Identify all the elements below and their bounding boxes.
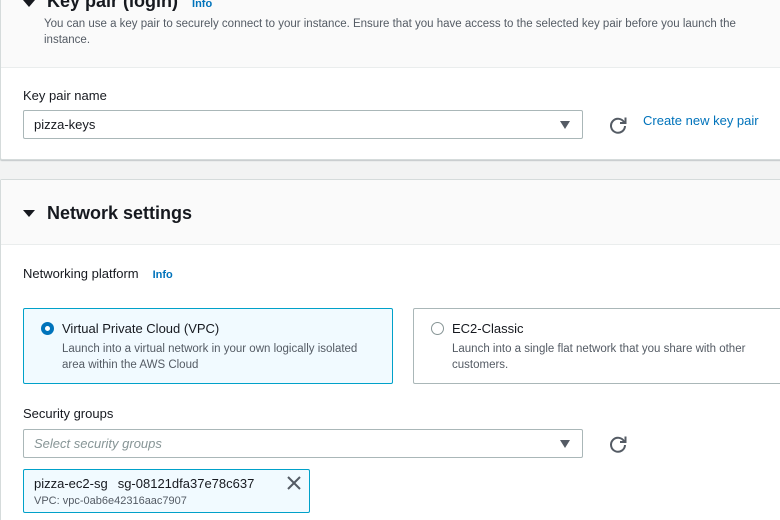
security-group-token: pizza-ec2-sg sg-08121dfa37e78c637 VPC: v… — [23, 469, 310, 513]
key-pair-description: You can use a key pair to securely conne… — [44, 18, 736, 46]
networking-platform-label: Networking platform — [23, 266, 139, 281]
caret-down-icon — [560, 121, 570, 129]
networking-platform-info-link[interactable]: Info — [153, 269, 173, 281]
refresh-icon — [610, 117, 627, 134]
vpc-option-title: Virtual Private Cloud (VPC) — [62, 321, 220, 336]
key-pair-select[interactable]: pizza-keys — [23, 110, 583, 139]
refresh-security-groups-button[interactable] — [607, 433, 629, 455]
expand-caret-icon[interactable] — [23, 210, 35, 217]
network-settings-panel: Network settings Networking platform Inf… — [0, 179, 780, 520]
ec2-classic-radio[interactable] — [431, 322, 444, 335]
key-pair-header: Key pair (login) Info You can use a key … — [1, 0, 780, 68]
close-icon — [287, 476, 301, 490]
create-key-pair-link[interactable]: Create new key pair — [643, 113, 759, 128]
expand-caret-icon[interactable] — [23, 0, 35, 7]
security-group-token-header: pizza-ec2-sg sg-08121dfa37e78c637 — [34, 476, 299, 492]
key-pair-title: Key pair (login) — [47, 0, 179, 11]
network-settings-title: Network settings — [47, 203, 193, 223]
network-settings-title-row[interactable]: Network settings — [23, 203, 192, 224]
network-settings-header: Network settings — [1, 180, 780, 245]
ec2-classic-option-description: Launch into a single flat network that y… — [452, 343, 746, 371]
key-pair-panel: Key pair (login) Info You can use a key … — [0, 0, 780, 160]
security-group-name: pizza-ec2-sg — [34, 476, 108, 491]
launch-instance-form: Key pair (login) Info You can use a key … — [0, 0, 780, 520]
vpc-option-tile[interactable]: Virtual Private Cloud (VPC) Launch into … — [23, 308, 393, 384]
refresh-key-pairs-button[interactable] — [607, 114, 629, 136]
refresh-icon — [610, 436, 627, 453]
security-group-vpc: VPC: vpc-0ab6e42316aac7907 — [34, 495, 187, 507]
key-pair-selected-value: pizza-keys — [34, 117, 96, 132]
vpc-option-description: Launch into a virtual network in your ow… — [62, 343, 358, 371]
key-pair-info-link[interactable]: Info — [192, 0, 212, 10]
security-groups-select[interactable]: Select security groups — [23, 429, 583, 458]
ec2-classic-option-tile[interactable]: EC2-Classic Launch into a single flat ne… — [413, 308, 780, 384]
security-groups-label: Security groups — [23, 406, 114, 421]
ec2-classic-option-title: EC2-Classic — [452, 321, 524, 336]
security-group-id: sg-08121dfa37e78c637 — [117, 476, 255, 491]
key-pair-name-label: Key pair name — [23, 88, 107, 103]
security-groups-placeholder: Select security groups — [34, 436, 162, 451]
key-pair-title-row[interactable]: Key pair (login) Info — [23, 0, 212, 12]
vpc-radio[interactable] — [41, 322, 54, 335]
caret-down-icon — [560, 440, 570, 448]
remove-security-group-button[interactable] — [287, 476, 301, 490]
networking-platform-row: Networking platform Info — [23, 266, 173, 281]
